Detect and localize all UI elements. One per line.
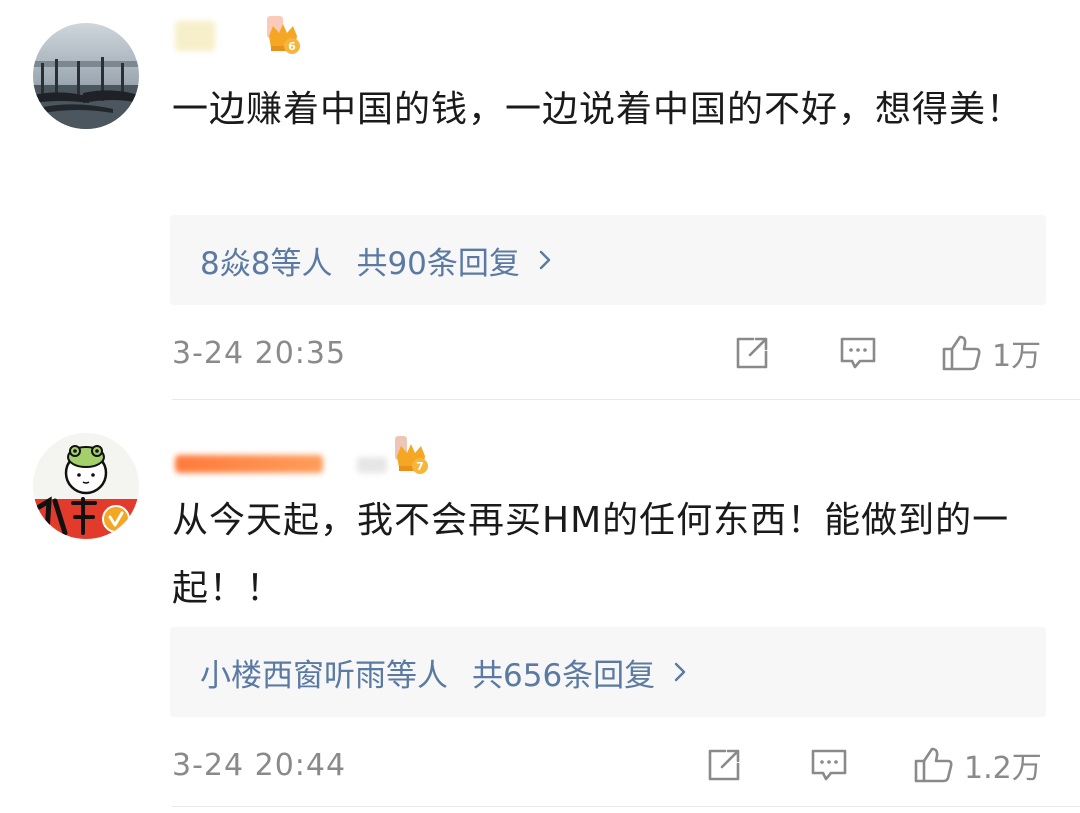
reply-users: 8焱8等人	[200, 245, 333, 282]
share-icon	[708, 749, 740, 781]
vip-level-badge: 7	[393, 436, 429, 476]
thumbs-up-icon	[914, 747, 953, 783]
timestamp: 3-24 20:35	[172, 335, 347, 371]
replies-preview[interactable]: 小楼西窗听雨等人 共656条回复	[170, 627, 1046, 717]
reply-count: 共656条回复	[472, 657, 656, 694]
reply-users: 小楼西窗听雨等人	[200, 657, 448, 694]
share-icon	[736, 337, 768, 369]
comment-text: 一边赚着中国的钱，一边说着中国的不好，想得美！	[172, 89, 1024, 130]
comment-icon	[811, 749, 847, 781]
like-count: 1万	[992, 339, 1042, 374]
comment-footer: 3-24 20:35 1万	[172, 328, 1052, 378]
chevron-right-icon	[538, 249, 552, 271]
reply-count: 共90条回复	[356, 245, 520, 282]
share-button[interactable]	[704, 745, 744, 785]
avatar[interactable]	[33, 433, 139, 539]
avatar[interactable]	[33, 23, 139, 129]
timestamp: 3-24 20:44	[172, 747, 347, 783]
comment-feed: 6 一边赚着中国的钱，一边说着中国的不好，想得美！ 8焱8等人 共90条回复 3…	[0, 0, 1080, 813]
username[interactable]: 6	[175, 16, 301, 56]
vip-level-badge: 6	[265, 16, 301, 56]
like-count: 1.2万	[964, 751, 1042, 786]
blurred-username	[225, 21, 247, 51]
divider	[172, 806, 1080, 807]
replies-preview[interactable]: 8焱8等人 共90条回复	[170, 215, 1046, 305]
blurred-username	[357, 457, 387, 473]
comment-item: 6 一边赚着中国的钱，一边说着中国的不好，想得美！ 8焱8等人 共90条回复 3…	[0, 0, 1080, 400]
username[interactable]: 7	[175, 436, 429, 476]
comment-item: 7 从今天起，我不会再买HM的任何东西！能做到的一起！！ 小楼西窗听雨等人 共6…	[0, 400, 1080, 813]
chevron-right-icon	[673, 661, 687, 683]
like-button[interactable]: 1.2万	[912, 745, 1042, 786]
like-button[interactable]: 1万	[940, 333, 1042, 374]
thumbs-up-icon	[942, 335, 981, 371]
comment-icon	[840, 337, 876, 369]
comment-footer: 3-24 20:44 1.2万	[172, 740, 1052, 790]
comment-text: 从今天起，我不会再买HM的任何东西！能做到的一起！！	[172, 500, 1010, 609]
level-number: 6	[288, 40, 296, 53]
blurred-username	[175, 21, 215, 51]
level-number: 7	[416, 460, 424, 473]
comment-button[interactable]	[838, 333, 878, 373]
share-button[interactable]	[732, 333, 772, 373]
blurred-username	[175, 455, 323, 473]
comment-button[interactable]	[809, 745, 849, 785]
